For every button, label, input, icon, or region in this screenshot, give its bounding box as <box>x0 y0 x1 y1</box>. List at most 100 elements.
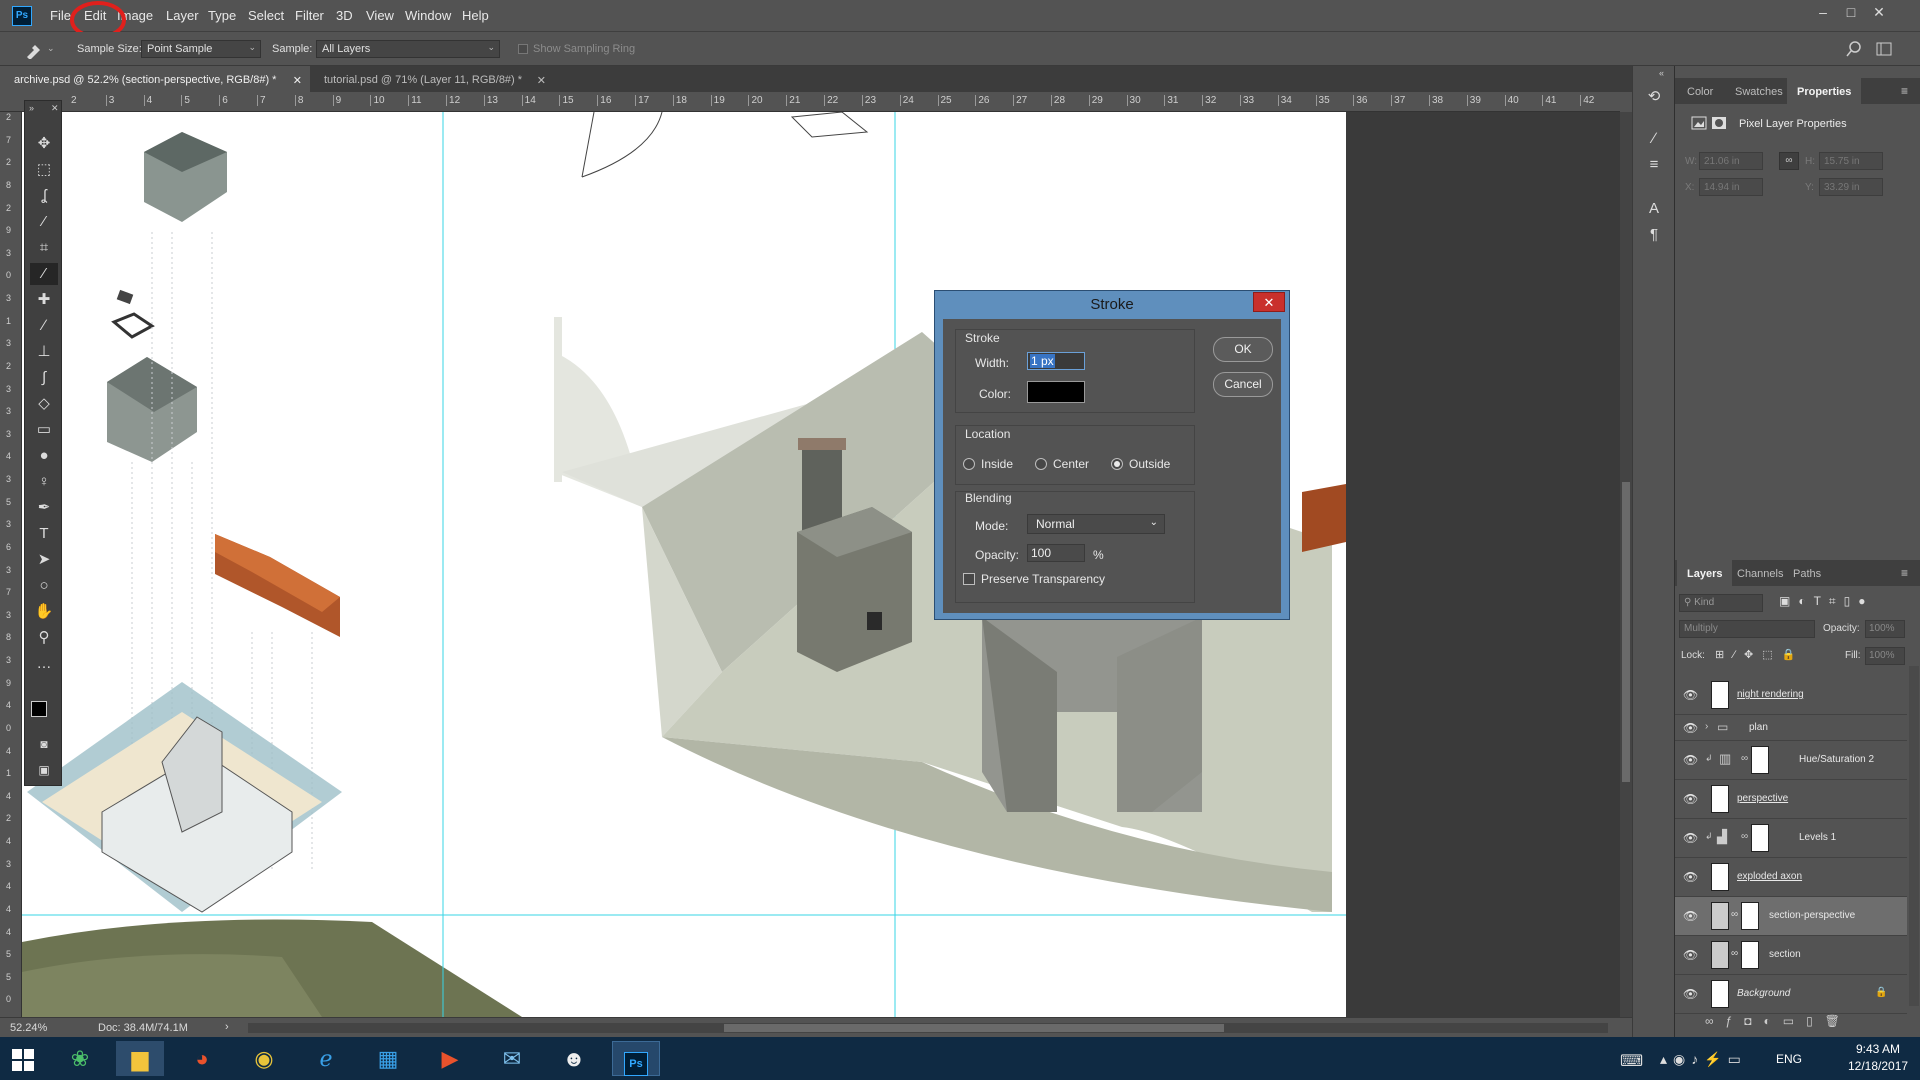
layers-panel-menu-icon[interactable]: ≡ <box>1901 566 1908 580</box>
internet-explorer-icon[interactable]: ℯ <box>302 1041 350 1076</box>
eraser-tool-icon[interactable]: ◇ <box>30 393 58 415</box>
visibility-eye-icon[interactable]: 👁 <box>1683 987 1698 1001</box>
width-input[interactable]: 1 px <box>1027 352 1085 370</box>
visibility-eye-icon[interactable]: 👁 <box>1683 909 1698 923</box>
dodge-tool-icon[interactable]: ♀ <box>30 471 58 493</box>
visibility-eye-icon[interactable]: 👁 <box>1683 831 1698 845</box>
layer-name[interactable]: section <box>1769 949 1801 960</box>
more-tools-icon[interactable]: … <box>30 653 58 675</box>
fill-field[interactable]: 100% <box>1865 647 1905 665</box>
maximize-button[interactable]: □ <box>1838 4 1864 20</box>
zoom-level[interactable]: 52.24% <box>10 1022 47 1034</box>
layer-name[interactable]: Levels 1 <box>1799 832 1836 843</box>
blend-mode-select[interactable]: Multiply <box>1679 620 1815 638</box>
radio-center[interactable] <box>1035 458 1047 470</box>
horizontal-scrollbar[interactable] <box>248 1023 1608 1033</box>
tab-paths[interactable]: Paths <box>1783 560 1831 586</box>
layer-row[interactable]: 👁 night rendering <box>1675 676 1907 715</box>
stamp-tool-icon[interactable]: ⊥ <box>30 341 58 363</box>
tab-properties[interactable]: Properties <box>1787 78 1862 104</box>
app-grid-icon[interactable]: ▦ <box>364 1041 412 1076</box>
brush-tool-icon[interactable]: ∕ <box>30 315 58 337</box>
menu-help[interactable]: Help <box>462 8 489 23</box>
layer-filter-kind[interactable]: ⚲ Kind <box>1679 594 1763 612</box>
cancel-button[interactable]: Cancel <box>1213 372 1273 397</box>
layer-row[interactable]: 👁 exploded axon <box>1675 858 1907 897</box>
layer-filter-icons[interactable]: ▣◐T⌗▯● <box>1779 594 1874 609</box>
tab-tutorial[interactable]: tutorial.psd @ 71% (Layer 11, RGB/8#) * … <box>310 66 554 92</box>
menu-3d[interactable]: 3D <box>336 8 353 23</box>
layer-row[interactable]: 👁 ↲ ▟ ∞ Levels 1 <box>1675 819 1907 858</box>
visibility-eye-icon[interactable]: 👁 <box>1683 948 1698 962</box>
layer-name[interactable]: Hue/Saturation 2 <box>1799 754 1874 765</box>
toolbox-close-icon[interactable]: ✕ <box>51 103 59 114</box>
vertical-scroll-thumb[interactable] <box>1622 482 1630 782</box>
sampling-ring-checkbox[interactable] <box>518 44 528 54</box>
layer-row[interactable]: 👁 ∞ section <box>1675 936 1907 975</box>
close-window-button[interactable]: ✕ <box>1866 4 1892 21</box>
tab-layers[interactable]: Layers <box>1677 560 1733 586</box>
opacity-input[interactable]: 100 <box>1027 544 1085 562</box>
toolbox-collapse-icon[interactable]: » <box>29 103 34 113</box>
file-explorer-icon[interactable]: ▆ <box>116 1041 164 1076</box>
dock-collapse-icon[interactable]: « <box>1659 68 1664 78</box>
radio-outside[interactable] <box>1111 458 1123 470</box>
tray-icons[interactable]: ▴◉♪⚡▭ <box>1660 1051 1747 1068</box>
visibility-eye-icon[interactable]: 👁 <box>1683 792 1698 806</box>
status-menu-arrow[interactable]: › <box>225 1021 229 1033</box>
layer-name[interactable]: exploded axon <box>1737 871 1802 882</box>
layer-name[interactable]: plan <box>1749 722 1768 733</box>
magic-wand-icon[interactable]: ⁄ <box>30 211 58 233</box>
visibility-eye-icon[interactable]: 👁 <box>1683 753 1698 767</box>
character-panel-icon[interactable]: A <box>1640 198 1668 220</box>
stroke-color-swatch[interactable] <box>1027 381 1085 403</box>
w-field[interactable]: 21.06 in <box>1699 152 1763 170</box>
layers-scrollbar[interactable] <box>1909 666 1919 1006</box>
photo-app-icon[interactable]: ❀ <box>56 1041 104 1076</box>
preserve-transparency-checkbox[interactable] <box>963 573 975 585</box>
sample-size-select[interactable]: Point Sample ⌄ <box>141 40 261 58</box>
screen-mode-icon[interactable]: ▣ <box>30 759 58 781</box>
layer-row-selected[interactable]: 👁 ∞ section-perspective <box>1675 897 1907 936</box>
tab-swatches[interactable]: Swatches <box>1725 78 1793 104</box>
h-field[interactable]: 15.75 in <box>1819 152 1883 170</box>
mode-select[interactable]: Normal ⌄ <box>1027 514 1165 534</box>
minimize-button[interactable]: – <box>1810 4 1836 20</box>
tab-close-icon[interactable]: ✕ <box>293 74 302 87</box>
pen-tool-icon[interactable]: ✒ <box>30 497 58 519</box>
menu-layer[interactable]: Layer <box>166 8 199 23</box>
paragraph-panel-icon[interactable]: ¶ <box>1640 224 1668 246</box>
path-selection-icon[interactable]: ➤ <box>30 549 58 571</box>
photoshop-taskbar-icon[interactable]: Ps <box>612 1041 660 1076</box>
chrome-icon[interactable]: ◉ <box>240 1041 288 1076</box>
tab-close-icon[interactable]: ✕ <box>537 74 546 87</box>
lock-icons[interactable]: ⊞∕✥⬚🔒 <box>1715 648 1804 661</box>
tab-color[interactable]: Color <box>1677 78 1723 104</box>
workspace-icon[interactable] <box>1876 41 1892 57</box>
move-tool-icon[interactable]: ✥ <box>30 133 58 155</box>
tool-preset-caret-icon[interactable]: ⌄ <box>47 43 55 54</box>
dialog-close-button[interactable]: ✕ <box>1253 292 1285 312</box>
gradient-tool-icon[interactable]: ▭ <box>30 419 58 441</box>
qq-icon[interactable]: ☻ <box>550 1041 598 1076</box>
eyedropper-icon[interactable] <box>24 41 42 59</box>
layer-name[interactable]: night rendering <box>1737 689 1804 700</box>
panel-menu-icon[interactable]: ≡ <box>1901 84 1908 98</box>
type-tool-icon[interactable]: T <box>30 523 58 545</box>
mail-icon[interactable]: ✉ <box>488 1041 536 1076</box>
windows-start-icon[interactable] <box>12 1049 34 1071</box>
history-panel-icon[interactable]: ⟲ <box>1640 86 1668 108</box>
quick-mask-icon[interactable]: ◙ <box>30 733 58 755</box>
search-icon[interactable] <box>1846 41 1862 57</box>
visibility-eye-icon[interactable]: 👁 <box>1683 721 1698 735</box>
clock-date[interactable]: 12/18/2017 <box>1848 1059 1908 1073</box>
foreground-color-swatch[interactable] <box>31 701 47 717</box>
layer-row[interactable]: 👁 ↲ ▥ ∞ Hue/Saturation 2 <box>1675 741 1907 780</box>
visibility-eye-icon[interactable]: 👁 <box>1683 688 1698 702</box>
menu-window[interactable]: Window <box>405 8 451 23</box>
menu-type[interactable]: Type <box>208 8 236 23</box>
layer-name[interactable]: perspective <box>1737 793 1788 804</box>
history-brush-icon[interactable]: ∫ <box>30 367 58 389</box>
sample-select[interactable]: All Layers ⌄ <box>316 40 500 58</box>
hand-tool-icon[interactable]: ✋ <box>30 601 58 623</box>
